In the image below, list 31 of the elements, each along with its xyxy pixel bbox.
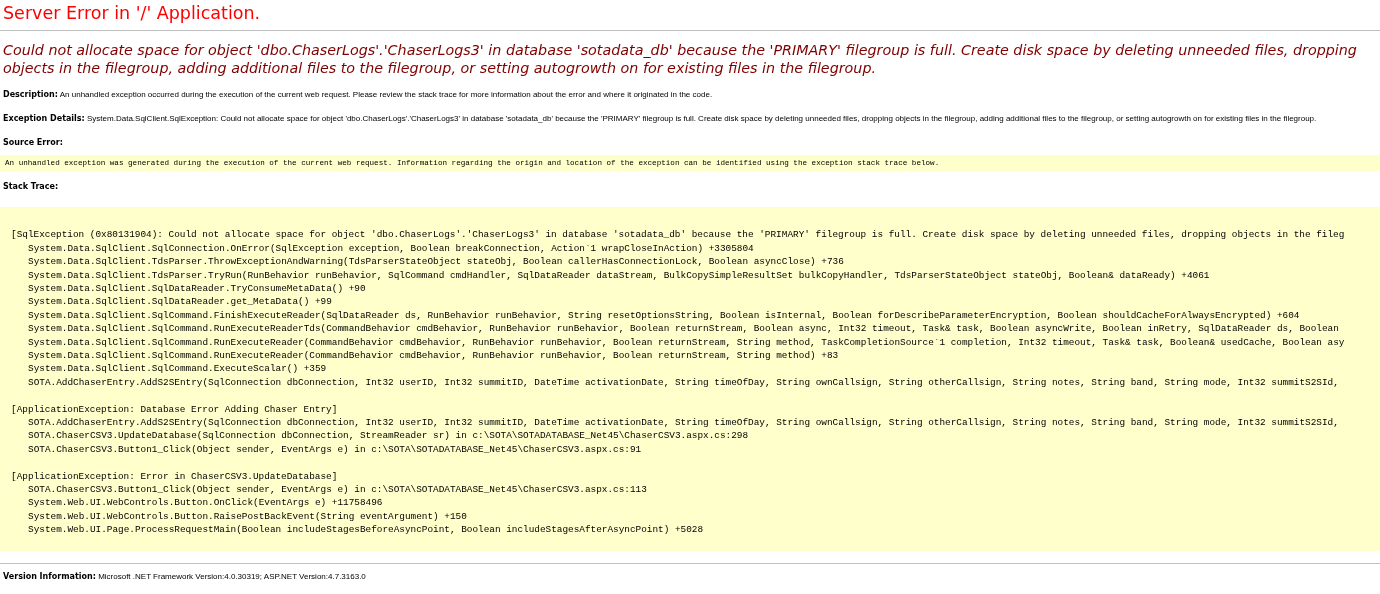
stack-frame: SOTA.ChaserCSV3.UpdateDatabase(SqlConnection dbConnection, StreamReader sr) in c:\SOTA\SOTADATABASE_Net45\ChaserCSV3.aspx.cs:298 — [28, 430, 749, 442]
stack-frame: System.Data.SqlClient.SqlCommand.RunExecuteReaderTds(CommandBehavior cmdBehavior, RunBehavior runBehavior, Boolean returnStream, Boolean async, Int32 timeout, Task& task, Boolean asyncWrite, Boolean inRetry, SqlDataReader ds, Boolean — [28, 323, 1339, 335]
exception-header: [SqlException (0x80131904): Could not allocate space for object 'dbo.ChaserLogs'.'ChaserLogs3' in database 'sotadata_db' because the 'PRIMARY' filegroup is full. Create disk space by deleting unneeded files, dropping objects in the fileg — [11, 229, 1345, 241]
stack-frame: System.Data.SqlClient.SqlCommand.RunExecuteReader(CommandBehavior cmdBehavior, RunBehavior runBehavior, Boolean returnStream, String method) +83 — [28, 350, 839, 362]
exception-details-label: Exception Details: — [3, 114, 85, 123]
stack-frame: SOTA.ChaserCSV3.Button1_Click(Object sender, EventArgs e) in c:\SOTA\SOTADATABASE_Net45\ChaserCSV3.aspx.cs:113 — [28, 484, 647, 496]
exception-header: [ApplicationException: Database Error Adding Chaser Entry] — [11, 403, 338, 415]
description-label: Description: — [3, 90, 58, 99]
stack-frame: SOTA.AddChaserEntry.AddS2SEntry(SqlConnection dbConnection, Int32 userID, Int32 summitID, DateTime activationDate, String timeOfDay, String ownCallsign, String otherCallsign, String notes, String band, String mode, Int32 summitS2SId, — [28, 376, 1339, 388]
version-text: Microsoft .NET Framework Version:4.0.30319; ASP.NET Version:4.7.3163.0 — [98, 571, 366, 581]
page-title: Server Error in '/' Application. — [2, 2, 262, 24]
stack-frame: System.Data.SqlClient.SqlCommand.FinishExecuteReader(SqlDataReader ds, RunBehavior runBehavior, String resetOptionsString, Boolean isInternal, Boolean forDescribeParameterEncryption, Boolean shouldCacheForAlwaysEncrypted) +604 — [28, 309, 1300, 321]
error-message: Could not allocate space for object 'dbo.ChaserLogs'.'ChaserLogs3' in database 'sotadata_db' because the 'PRIMARY' filegroup is full. Create disk space by deleting unneeded files, dropping objects in the filegroup, adding additional files to the filegroup, or setting autogrowth on for existing files in the filegroup. — [3, 41, 1358, 77]
stack-frame: System.Data.SqlClient.SqlDataReader.TryConsumeMetaData() +90 — [28, 283, 366, 294]
version-label: Version Information: — [3, 571, 96, 581]
source-error-label: Source Error: — [3, 138, 63, 147]
stack-frame: System.Data.SqlClient.SqlCommand.ExecuteScalar() +359 — [28, 363, 327, 375]
stack-frame: System.Data.SqlClient.SqlCommand.RunExecuteReader(CommandBehavior cmdBehavior, RunBehavior runBehavior, Boolean returnStream, String method, TaskCompletionSource`1 completion, Int32 timeout, Task& task, Boolean& usedCache, Boolean asy — [28, 336, 1345, 348]
stack-frame: System.Web.UI.WebControls.Button.RaisePostBackEvent(String eventArgument) +150 — [28, 510, 467, 522]
stack-frame: SOTA.ChaserCSV3.Button1_Click(Object sender, EventArgs e) in c:\SOTA\SOTADATABASE_Net45\ChaserCSV3.aspx.cs:91 — [28, 443, 642, 455]
stack-frame: System.Web.UI.WebControls.Button.OnClick(EventArgs e) +11758496 — [28, 497, 383, 509]
stack-frame: System.Data.SqlClient.TdsParser.ThrowExceptionAndWarning(TdsParserStateObject stateObj, Boolean callerHasConnectionLock, Boolean asyncClose) +736 — [28, 256, 844, 268]
stack-frame: SOTA.AddChaserEntry.AddS2SEntry(SqlConnection dbConnection, Int32 userID, Int32 summitID, DateTime activationDate, String timeOfDay, String ownCallsign, String otherCallsign, String notes, String band, String mode, Int32 summitS2SId, — [28, 417, 1339, 429]
stack-trace-label: Stack Trace: — [3, 182, 59, 191]
stack-frame: System.Data.SqlClient.SqlConnection.OnError(SqlException exception, Boolean breakConnection, Action`1 wrapCloseInAction) +3305804 — [28, 242, 754, 254]
description-text: An unhandled exception occurred during the execution of the current web request. Please review the stack trace for more information about the error and where it originated in the code. — [59, 90, 713, 99]
stack-frame: System.Web.UI.Page.ProcessRequestMain(Boolean includeStagesBeforeAsyncPoint, Boolean includeStagesAfterAsyncPoint) +5028 — [28, 524, 704, 536]
stack-frame: System.Data.SqlClient.TdsParser.TryRun(RunBehavior runBehavior, SqlCommand cmdHandler, SqlDataReader dataStream, BulkCopySimpleResultSet bulkCopyHandler, TdsParserStateObject stateObj, Boolean& dataReady) +4061 — [28, 269, 1210, 281]
stack-frame: System.Data.SqlClient.SqlDataReader.get_MetaData() +99 — [28, 296, 332, 308]
exception-header: [ApplicationException: Error in ChaserCSV3.UpdateDatabase] — [11, 470, 338, 482]
exception-details-text: System.Data.SqlClient.SqlException: Could not allocate space for object 'dbo.ChaserLogs'.'ChaserLogs3' in database 'sotadata_db' because the 'PRIMARY' filegroup is full. Create disk space by deleting unneeded files, dropping objects in the filegroup, adding additional files to the filegroup, or setting autogrowth on for existing files in the filegroup. — [87, 114, 1317, 123]
